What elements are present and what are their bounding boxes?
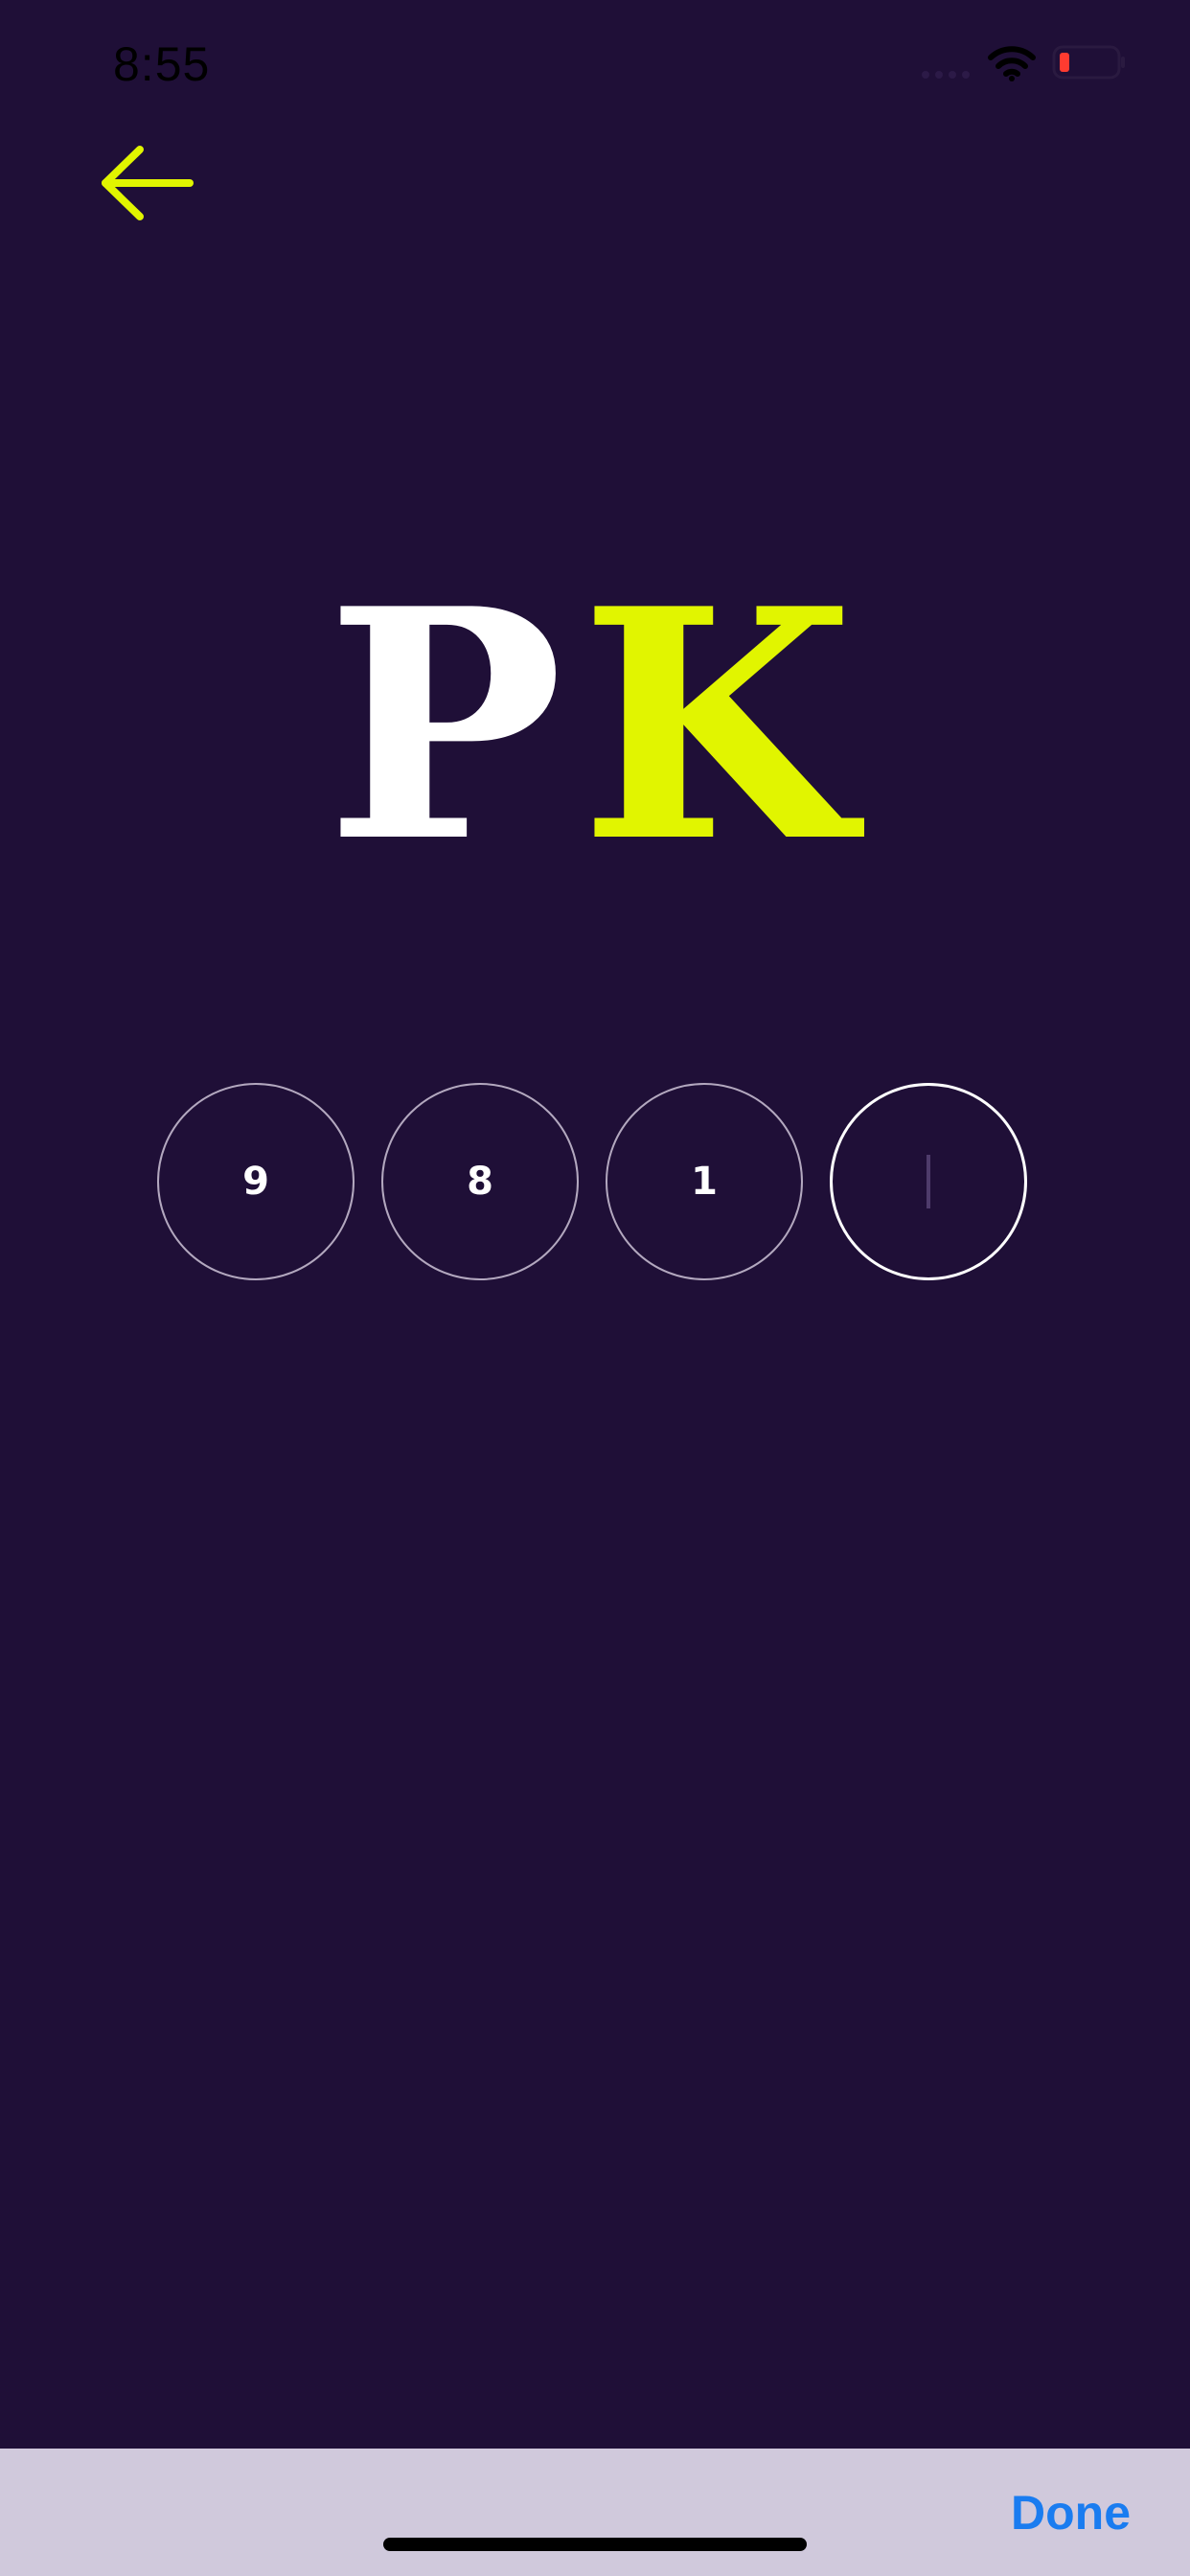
wifi-icon: [988, 46, 1036, 81]
pk-logo: P K: [326, 551, 866, 858]
signal-dots-icon: [922, 71, 970, 79]
arrow-left-icon: [102, 146, 194, 220]
pin-digit-4[interactable]: [830, 1083, 1027, 1280]
pin-input-row: 9 8 1: [157, 1083, 1033, 1284]
status-time: 8:55: [113, 37, 211, 91]
pin-digit-2[interactable]: 8: [381, 1083, 579, 1280]
done-button[interactable]: Done: [1011, 2485, 1131, 2541]
pin-digit-1[interactable]: 9: [157, 1083, 355, 1280]
home-indicator: [383, 2538, 807, 2551]
pin-digit-2-value: 8: [467, 1160, 493, 1204]
pin-digit-3[interactable]: 1: [606, 1083, 803, 1280]
keyboard-toolbar: Done: [0, 2449, 1190, 2576]
pin-digit-1-value: 9: [242, 1160, 269, 1204]
back-button[interactable]: [96, 140, 203, 226]
logo-letter-p: P: [326, 551, 563, 858]
status-bar: 8:55: [0, 0, 1190, 134]
logo-letter-k: K: [580, 551, 866, 858]
text-cursor: [927, 1155, 930, 1208]
pin-digit-3-value: 1: [691, 1160, 718, 1204]
battery-low-icon: [1052, 45, 1125, 80]
